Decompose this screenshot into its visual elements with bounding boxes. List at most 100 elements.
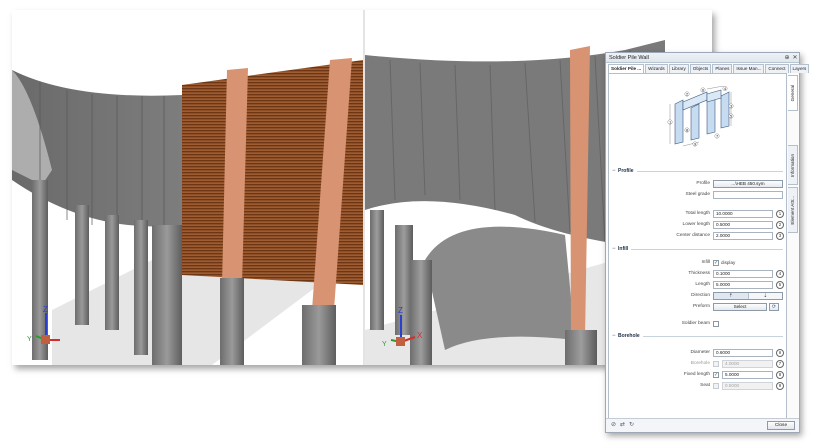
infill-display-checkbox[interactable]: ✓ (713, 260, 719, 266)
tab-objects[interactable]: Objects (689, 64, 712, 73)
thickness-label: Thickness (688, 271, 710, 276)
tab-wizards[interactable]: Wizards (645, 64, 668, 73)
marker-4: 4 (776, 270, 784, 278)
infill-label: Infill (701, 260, 710, 265)
marker-8: 8 (776, 371, 784, 379)
viewport-left[interactable]: Z Y (12, 10, 363, 365)
transfer-icon[interactable]: ⇄ (619, 422, 626, 429)
seat-input[interactable]: 0.5000 (722, 382, 773, 390)
borehole-checkbox[interactable] (713, 361, 719, 367)
row-seat: Seat 0.5000 9 (609, 382, 786, 391)
center-distance-label: Center distance (676, 233, 710, 238)
side-tab-information[interactable]: Information (788, 145, 798, 185)
seat-checkbox[interactable] (713, 383, 719, 389)
preform-refresh-icon[interactable]: ⟳ (769, 303, 779, 311)
axis-y-label-left: Y (27, 336, 32, 343)
steel-grade-label: Steel grade (685, 192, 710, 197)
row-diameter: Diameter 0.6000 6 (609, 349, 786, 358)
side-tab-element-attributes-label: Element Attr... (790, 195, 795, 225)
section-profile[interactable]: − Profile (612, 167, 783, 175)
direction-label: Direction (691, 293, 710, 298)
axis-y-label-right: Y (382, 341, 387, 348)
row-profile: Profile ...\HEB 450.sym (609, 180, 786, 189)
axis-x-label-right: X (417, 331, 423, 340)
tab-connect[interactable]: Connect (765, 64, 789, 73)
marker-7: 7 (776, 360, 784, 368)
soldier-beam-checkbox[interactable] (713, 321, 719, 327)
row-lower-length: Lower length 0.5000 2 (609, 221, 786, 230)
thickness-input[interactable]: 0.1000 (713, 270, 773, 278)
dialog-title: Soldier Pile Wall (609, 54, 649, 61)
section-infill[interactable]: − Infill (612, 245, 783, 253)
row-borehole: Borehole 4.0000 7 (609, 360, 786, 369)
fixed-length-input[interactable]: 5.0000 (722, 371, 773, 379)
row-preform: Preform Select ⟳ (609, 303, 786, 312)
seat-label: Seat (700, 383, 710, 388)
direction-toggle: ⇡ ⇣ (713, 292, 783, 300)
row-steel-grade: Steel grade (609, 191, 786, 200)
side-tabs: General Information Element Attr... (788, 75, 798, 235)
tab-issue-manager[interactable]: Issue Man... (733, 64, 765, 73)
row-infill: Infill ✓ display (609, 259, 786, 268)
properties-panel: 1 2 3 4 5 6 7 8 9 − Profile Profile ...\… (608, 73, 787, 419)
marker-9: 9 (776, 382, 784, 390)
row-fixed-length: Fixed length ✓ 5.0000 8 (609, 371, 786, 380)
tab-library[interactable]: Library (668, 64, 689, 73)
length-label: Length (695, 282, 710, 287)
row-direction: Direction ⇡ ⇣ (609, 292, 786, 301)
borehole-label: Borehole (690, 361, 710, 366)
tab-planes[interactable]: Planes (712, 64, 733, 73)
profile-select-button[interactable]: ...\HEB 450.sym (713, 180, 783, 188)
row-total-length: Total length 10.0000 1 (609, 210, 786, 219)
section-title-borehole: Borehole (618, 333, 640, 339)
soldier-beam-label: Soldier beam (681, 321, 710, 326)
total-length-label: Total length (685, 211, 710, 216)
direction-up-option[interactable]: ⇡ (714, 293, 749, 299)
section-borehole[interactable]: − Borehole (612, 332, 783, 340)
row-center-distance: Center distance 2.0000 3 (609, 232, 786, 241)
side-tab-general-label: General (790, 84, 795, 102)
direction-down-option[interactable]: ⇣ (749, 293, 783, 299)
preform-select-button[interactable]: Select (713, 303, 767, 311)
dialog-titlebar[interactable]: Soldier Pile Wall ⊕ ✕ (606, 53, 799, 63)
length-input[interactable]: 5.0000 (713, 281, 773, 289)
lower-length-label: Lower length (682, 222, 710, 227)
section-rule (642, 335, 783, 337)
soldier-pile-wall-dialog: Soldier Pile Wall ⊕ ✕ Soldier Pile ... W… (605, 52, 810, 433)
side-tab-general[interactable]: General (788, 75, 798, 111)
reset-icon[interactable]: ↻ (628, 422, 635, 429)
section-title-infill: Infill (618, 246, 629, 252)
axis-z-label-left: Z (43, 305, 48, 314)
diameter-input[interactable]: 0.6000 (713, 349, 773, 357)
marker-5: 5 (776, 281, 784, 289)
row-length: Length 5.0000 5 (609, 281, 786, 290)
section-rule (636, 170, 783, 172)
tab-soldier-pile[interactable]: Soldier Pile ... (608, 64, 645, 73)
diameter-label: Diameter (690, 350, 710, 355)
side-tab-information-label: Information (790, 153, 795, 177)
pin-icon[interactable]: ⊕ (783, 54, 791, 61)
profile-label: Profile (696, 181, 710, 186)
marker-3: 3 (776, 232, 784, 240)
total-length-input[interactable]: 10.0000 (713, 210, 773, 218)
viewport-left-scene: Z Y (12, 58, 363, 365)
favorite-icon[interactable]: ⊘ (610, 422, 617, 429)
preform-label: Preform (692, 304, 710, 309)
close-icon[interactable]: ✕ (791, 54, 799, 61)
side-tab-element-attributes[interactable]: Element Attr... (788, 187, 798, 233)
section-rule (631, 248, 783, 250)
fixed-length-checkbox[interactable]: ✓ (713, 372, 719, 378)
dialog-footer: ⊘ ⇄ ↻ Close (606, 418, 799, 432)
axis-z-label-right: Z (398, 306, 403, 315)
fixed-length-label: Fixed length (683, 372, 710, 377)
close-button[interactable]: Close (767, 421, 795, 430)
center-distance-input[interactable]: 2.0000 (713, 232, 773, 240)
borehole-input[interactable]: 4.0000 (722, 360, 773, 368)
section-title-profile: Profile (618, 168, 634, 174)
tab-layers[interactable]: Layers (789, 64, 810, 73)
infill-display-text: display (721, 260, 736, 265)
marker-1: 1 (776, 210, 784, 218)
steel-grade-input[interactable] (713, 191, 783, 199)
lower-length-input[interactable]: 0.5000 (713, 221, 773, 229)
row-thickness: Thickness 0.1000 4 (609, 270, 786, 279)
